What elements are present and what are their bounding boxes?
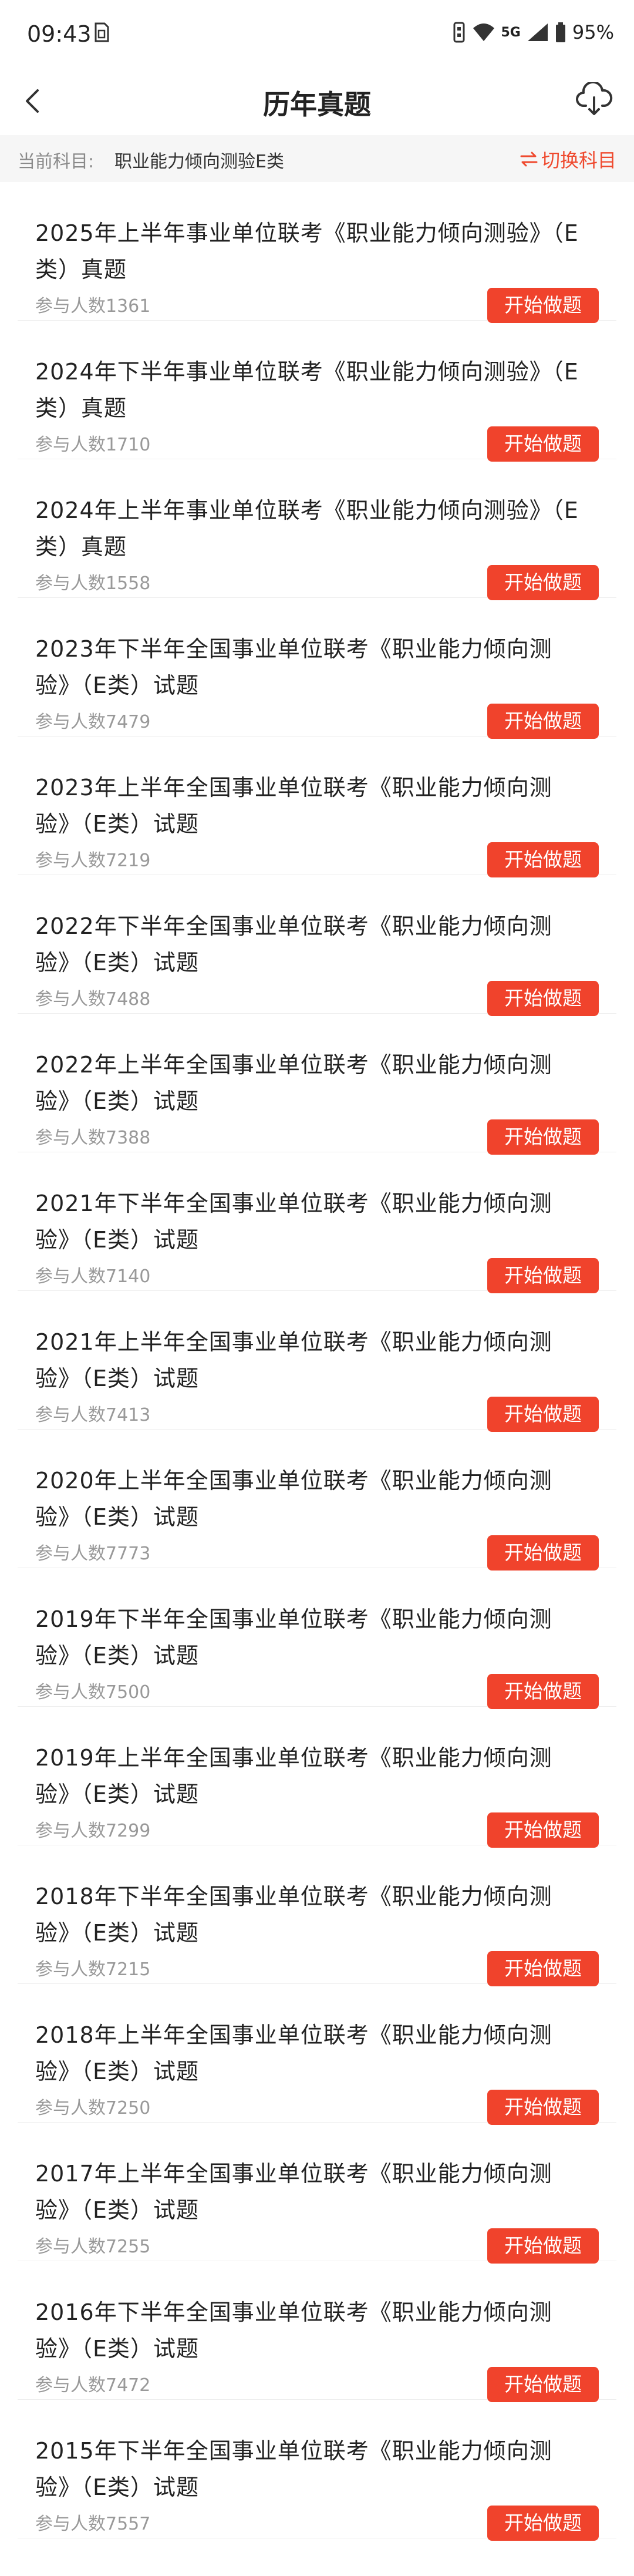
exam-item[interactable]: 2016年下半年全国事业单位联考《职业能力倾向测验》（E类）试题 参与人数747… <box>18 2261 616 2402</box>
vibrate-icon <box>453 22 464 43</box>
exam-item[interactable]: 2021年下半年全国事业单位联考《职业能力倾向测验》（E类）试题 参与人数714… <box>18 1152 616 1293</box>
participant-count: 参与人数7388 <box>35 1128 151 1148</box>
participant-count: 参与人数7140 <box>35 1266 151 1287</box>
exam-item[interactable]: 2022年上半年全国事业单位联考《职业能力倾向测验》（E类）试题 参与人数738… <box>18 1014 616 1155</box>
sim-card-icon <box>95 22 109 42</box>
start-practice-button[interactable]: 开始做题 <box>487 565 599 600</box>
exam-title: 2019年上半年全国事业单位联考《职业能力倾向测验》（E类）试题 <box>35 1745 552 1807</box>
participant-count: 参与人数7255 <box>35 2237 151 2257</box>
start-practice-button[interactable]: 开始做题 <box>487 1674 599 1709</box>
switch-subject-label: 切换科目 <box>541 149 616 171</box>
exam-title: 2024年上半年事业单位联考《职业能力倾向测验》（E类）真题 <box>35 497 579 560</box>
start-practice-button[interactable]: 开始做题 <box>487 842 599 877</box>
start-practice-button[interactable]: 开始做题 <box>487 704 599 739</box>
exam-title: 2018年上半年全国事业单位联考《职业能力倾向测验》（E类）试题 <box>35 2022 552 2084</box>
exam-item[interactable]: 2018年下半年全国事业单位联考《职业能力倾向测验》（E类）试题 参与人数721… <box>18 1845 616 1986</box>
exam-item[interactable]: 2023年上半年全国事业单位联考《职业能力倾向测验》（E类）试题 参与人数721… <box>18 737 616 877</box>
page-title: 历年真题 <box>263 89 371 120</box>
exam-item[interactable]: 2021年上半年全国事业单位联考《职业能力倾向测验》（E类）试题 参与人数741… <box>18 1291 616 1432</box>
participant-count: 参与人数7773 <box>35 1543 151 1564</box>
exam-title: 2017年上半年全国事业单位联考《职业能力倾向测验》（E类）试题 <box>35 2161 552 2223</box>
status-bar: 09:43 5G 95% <box>0 0 634 65</box>
exam-item[interactable]: 2024年上半年事业单位联考《职业能力倾向测验》（E类）真题 参与人数1558 … <box>18 459 616 600</box>
participant-count: 参与人数1710 <box>35 435 151 455</box>
exam-list: 2025年上半年事业单位联考《职业能力倾向测验》（E类）真题 参与人数1361 … <box>0 182 634 2541</box>
start-practice-button[interactable]: 开始做题 <box>487 1812 599 1848</box>
exam-item[interactable]: 2017年上半年全国事业单位联考《职业能力倾向测验》（E类）试题 参与人数725… <box>18 2123 616 2264</box>
participant-count: 参与人数1361 <box>35 296 151 317</box>
exam-item[interactable]: 2015年下半年全国事业单位联考《职业能力倾向测验》（E类）试题 参与人数755… <box>18 2400 616 2541</box>
start-practice-button[interactable]: 开始做题 <box>487 1397 599 1432</box>
exam-item[interactable]: 2020年上半年全国事业单位联考《职业能力倾向测验》（E类）试题 参与人数777… <box>18 1430 616 1571</box>
exam-title: 2021年上半年全国事业单位联考《职业能力倾向测验》（E类）试题 <box>35 1329 552 1391</box>
participant-count: 参与人数7557 <box>35 2514 151 2534</box>
participant-count: 参与人数1558 <box>35 573 151 594</box>
switch-subject-button[interactable]: 切换科目 <box>520 146 616 173</box>
exam-title: 2022年下半年全国事业单位联考《职业能力倾向测验》（E类）试题 <box>35 913 552 976</box>
exam-item[interactable]: 2019年上半年全国事业单位联考《职业能力倾向测验》（E类）试题 参与人数729… <box>18 1707 616 1848</box>
exam-title: 2016年下半年全国事业单位联考《职业能力倾向测验》（E类）试题 <box>35 2299 552 2362</box>
network-type: 5G <box>501 25 521 40</box>
exam-title: 2021年下半年全国事业单位联考《职业能力倾向测验》（E类）试题 <box>35 1191 552 1253</box>
exam-item[interactable]: 2019年下半年全国事业单位联考《职业能力倾向测验》（E类）试题 参与人数750… <box>18 1568 616 1709</box>
subject-label: 当前科目: <box>18 152 95 172</box>
subject-bar: 当前科目: 职业能力倾向测验E类 切换科目 <box>0 135 634 182</box>
start-practice-button[interactable]: 开始做题 <box>487 288 599 323</box>
signal-icon <box>527 23 548 41</box>
exam-title: 2020年上半年全国事业单位联考《职业能力倾向测验》（E类）试题 <box>35 1468 552 1530</box>
exam-title: 2019年下半年全国事业单位联考《职业能力倾向测验》（E类）试题 <box>35 1606 552 1669</box>
participant-count: 参与人数7472 <box>35 2375 151 2396</box>
start-practice-button[interactable]: 开始做题 <box>487 981 599 1016</box>
start-practice-button[interactable]: 开始做题 <box>487 1258 599 1293</box>
start-practice-button[interactable]: 开始做题 <box>487 2367 599 2402</box>
cloud-download-icon[interactable] <box>575 82 613 117</box>
start-practice-button[interactable]: 开始做题 <box>487 1951 599 1986</box>
exam-item[interactable]: 2024年下半年事业单位联考《职业能力倾向测验》（E类）真题 参与人数1710 … <box>18 321 616 462</box>
battery-percent: 95% <box>572 21 614 43</box>
swap-arrows-icon <box>520 152 538 167</box>
exam-item[interactable]: 2022年下半年全国事业单位联考《职业能力倾向测验》（E类）试题 参与人数748… <box>18 875 616 1016</box>
participant-count: 参与人数7479 <box>35 712 151 732</box>
exam-item[interactable]: 2025年上半年事业单位联考《职业能力倾向测验》（E类）真题 参与人数1361 … <box>18 182 616 323</box>
wifi-icon <box>473 23 494 41</box>
battery-icon <box>555 22 565 42</box>
participant-count: 参与人数7215 <box>35 1959 151 1980</box>
start-practice-button[interactable]: 开始做题 <box>487 2090 599 2125</box>
participant-count: 参与人数7219 <box>35 850 151 871</box>
participant-count: 参与人数7500 <box>35 1682 151 1703</box>
exam-title: 2018年下半年全国事业单位联考《职业能力倾向测验》（E类）试题 <box>35 1884 552 1946</box>
status-time: 09:43 <box>27 21 92 47</box>
participant-count: 参与人数7250 <box>35 2098 151 2118</box>
exam-title: 2024年下半年事业单位联考《职业能力倾向测验》（E类）真题 <box>35 359 579 421</box>
start-practice-button[interactable]: 开始做题 <box>487 1119 599 1155</box>
exam-title: 2023年上半年全国事业单位联考《职业能力倾向测验》（E类）试题 <box>35 775 552 837</box>
participant-count: 参与人数7488 <box>35 989 151 1010</box>
exam-title: 2023年下半年全国事业单位联考《职业能力倾向测验》（E类）试题 <box>35 636 552 698</box>
start-practice-button[interactable]: 开始做题 <box>487 2228 599 2264</box>
start-practice-button[interactable]: 开始做题 <box>487 2506 599 2541</box>
exam-item[interactable]: 2023年下半年全国事业单位联考《职业能力倾向测验》（E类）试题 参与人数747… <box>18 598 616 739</box>
nav-bar: 历年真题 <box>0 65 634 135</box>
participant-count: 参与人数7413 <box>35 1405 151 1425</box>
exam-item[interactable]: 2018年上半年全国事业单位联考《职业能力倾向测验》（E类）试题 参与人数725… <box>18 1984 616 2125</box>
status-icons: 5G 95% <box>452 21 614 43</box>
start-practice-button[interactable]: 开始做题 <box>487 1535 599 1571</box>
participant-count: 参与人数7299 <box>35 1821 151 1841</box>
subject-value: 职业能力倾向测验E类 <box>114 152 284 172</box>
exam-title: 2015年下半年全国事业单位联考《职业能力倾向测验》（E类）试题 <box>35 2438 552 2500</box>
exam-title: 2022年上半年全国事业单位联考《职业能力倾向测验》（E类）试题 <box>35 1052 552 1114</box>
exam-title: 2025年上半年事业单位联考《职业能力倾向测验》（E类）真题 <box>35 220 579 283</box>
start-practice-button[interactable]: 开始做题 <box>487 426 599 462</box>
